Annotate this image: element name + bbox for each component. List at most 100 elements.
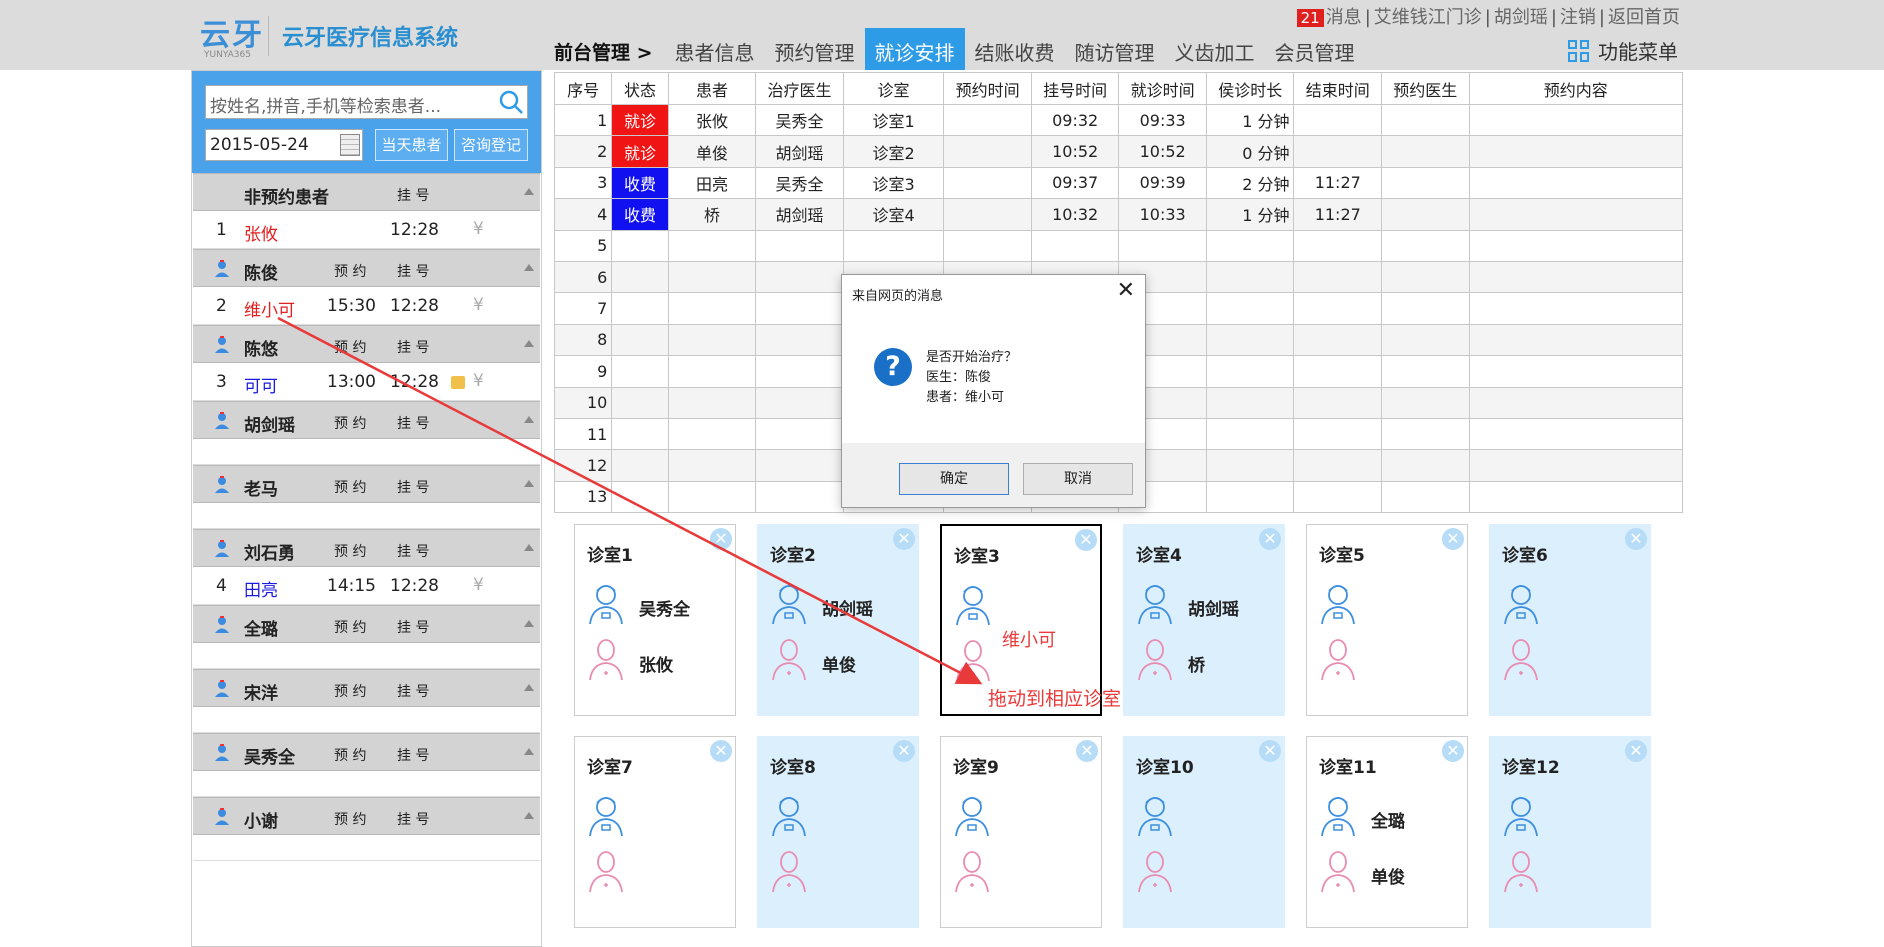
today-patients-button[interactable]: 当天患者 (375, 129, 448, 161)
room-card[interactable]: 诊室1 ✕ 吴秀全 张攸 (574, 524, 736, 716)
patient-list-item[interactable]: 3 可可 13:00 12:28 ¥ (193, 363, 540, 401)
logout-link[interactable]: 注销 (1560, 7, 1596, 28)
home-link[interactable]: 返回首页 (1608, 7, 1680, 28)
consult-register-button[interactable]: 咨询登记 (454, 129, 528, 161)
cancel-button[interactable]: 取消 (1023, 463, 1133, 495)
room-card[interactable]: 诊室2 ✕ 胡剑瑶 单俊 (757, 524, 919, 716)
patient-cell[interactable]: 单俊 (667, 135, 757, 168)
doctor-group-header[interactable]: 胡剑瑶 预 约 挂 号 (193, 401, 540, 439)
messages-link[interactable]: 消息 (1326, 7, 1362, 28)
function-menu-button[interactable]: 功能菜单 (1568, 36, 1678, 65)
room-card[interactable]: 诊室12 ✕ (1489, 736, 1651, 928)
patient-name[interactable]: 维小可 (244, 296, 295, 321)
collapse-caret-icon[interactable] (524, 620, 534, 627)
patient-cell[interactable] (667, 260, 757, 294)
table-row[interactable]: 2 就诊 单俊 胡剑瑶 诊室2 10:52 10:52 0 分钟 (553, 135, 1684, 168)
patient-list-item[interactable]: 4 田亮 14:15 12:28 ¥ (193, 567, 540, 605)
patient-search-input[interactable]: 按姓名,拼音,手机等检索患者... (205, 85, 528, 119)
room-card[interactable]: 诊室4 ✕ 胡剑瑶桥 (1123, 524, 1285, 716)
table-row[interactable]: 4 收费桥胡剑瑶 诊室4 10:32 10:33 1 分钟 11:27 (553, 198, 1684, 231)
patient-list-item[interactable]: 2 维小可 15:30 12:28 ¥ (193, 287, 540, 325)
user-link[interactable]: 胡剑瑶 (1494, 7, 1548, 28)
payment-icon[interactable]: ¥ (473, 219, 484, 239)
room-card[interactable]: 诊室6 ✕ (1489, 524, 1651, 716)
collapse-caret-icon[interactable] (524, 340, 534, 347)
room-card[interactable]: 诊室10 ✕ (1123, 736, 1285, 928)
close-icon[interactable]: ✕ (1442, 740, 1464, 762)
patient-cell[interactable] (667, 480, 757, 514)
patient-cell[interactable] (667, 355, 757, 388)
close-icon[interactable]: ✕ (710, 528, 732, 550)
patient-cell[interactable] (667, 386, 757, 419)
room-card[interactable]: 诊室9 ✕ (940, 736, 1102, 928)
close-icon[interactable]: ✕ (893, 528, 915, 550)
room-card[interactable]: 诊室7 ✕ (574, 736, 736, 928)
tab-patient-info[interactable]: 患者信息 (665, 28, 765, 70)
search-panel: 按姓名,拼音,手机等检索患者... 2015-05-24 当天患者 咨询登记 (192, 71, 541, 173)
doctor-group-header[interactable]: 老马 预 约 挂 号 (193, 465, 540, 503)
close-icon[interactable]: ✕ (1442, 528, 1464, 550)
note-icon[interactable] (451, 376, 465, 389)
patient-cell[interactable] (667, 449, 757, 482)
close-icon[interactable]: ✕ (710, 740, 732, 762)
collapse-caret-icon[interactable] (524, 480, 534, 487)
date-field[interactable]: 2015-05-24 (205, 129, 363, 161)
tab-followup[interactable]: 随访管理 (1065, 28, 1165, 70)
doctor-group-header[interactable]: 刘石勇 预 约 挂 号 (193, 529, 540, 567)
patient-cell[interactable]: 田亮 (667, 166, 757, 200)
ok-button[interactable]: 确定 (899, 463, 1009, 495)
close-icon[interactable]: ✕ (1076, 740, 1098, 762)
patient-cell[interactable] (667, 323, 757, 357)
clinic-link[interactable]: 艾维钱江门诊 (1374, 7, 1482, 28)
tab-appointments[interactable]: 预约管理 (765, 28, 865, 70)
room-name: 诊室12 (1502, 758, 1560, 778)
close-icon[interactable]: ✕ (893, 740, 915, 762)
doctor-group-header[interactable]: 吴秀全 预 约 挂 号 (193, 733, 540, 771)
doctor-group-header[interactable]: 陈俊 预 约 挂 号 (193, 249, 540, 287)
doctor-group-header[interactable]: 宋洋 预 约 挂 号 (193, 669, 540, 707)
patient-cell[interactable]: 桥 (667, 198, 757, 231)
doctor-group-header[interactable]: 全璐 预 约 挂 号 (193, 605, 540, 643)
payment-icon[interactable]: ¥ (473, 295, 484, 315)
room-name: 诊室2 (770, 546, 816, 566)
patient-name[interactable]: 可可 (244, 372, 278, 397)
message-count-badge[interactable]: 21 (1296, 9, 1324, 27)
doctor-group-header[interactable]: 陈悠 预 约 挂 号 (193, 325, 540, 363)
patient-cell[interactable] (667, 292, 757, 325)
payment-icon[interactable]: ¥ (473, 575, 484, 595)
tab-visit-arrangement[interactable]: 就诊安排 (864, 28, 965, 70)
payment-icon[interactable]: ¥ (473, 371, 484, 391)
collapse-caret-icon[interactable] (524, 416, 534, 423)
close-icon[interactable]: ✕ (1075, 529, 1097, 551)
close-icon[interactable]: ✕ (1259, 528, 1281, 550)
patient-list-item[interactable]: 1 张攸 12:28 ¥ (193, 211, 540, 249)
close-icon[interactable]: ✕ (1259, 740, 1281, 762)
tab-membership[interactable]: 会员管理 (1265, 28, 1365, 70)
collapse-caret-icon[interactable] (524, 544, 534, 551)
close-icon[interactable]: ✕ (1117, 278, 1135, 303)
patient-cell[interactable]: 张攸 (667, 103, 757, 137)
patient-cell[interactable] (667, 417, 757, 451)
patient-cell[interactable] (667, 229, 757, 262)
room-card[interactable]: 诊室11 ✕ 全璐 单俊 (1306, 736, 1468, 928)
close-icon[interactable]: ✕ (1625, 528, 1647, 550)
doctor-group-header[interactable]: 小谢 预 约 挂 号 (193, 797, 540, 835)
tab-billing[interactable]: 结账收费 (965, 28, 1065, 70)
collapse-caret-icon[interactable] (524, 748, 534, 755)
collapse-caret-icon[interactable] (524, 264, 534, 271)
calendar-icon[interactable] (340, 134, 360, 156)
search-icon[interactable] (497, 88, 525, 116)
room-card[interactable]: 诊室8 ✕ (757, 736, 919, 928)
patient-name[interactable]: 田亮 (244, 576, 278, 601)
room-card[interactable]: 诊室5 ✕ (1306, 524, 1468, 716)
collapse-caret-icon[interactable] (524, 812, 534, 819)
collapse-caret-icon[interactable] (524, 188, 534, 195)
tab-denture-processing[interactable]: 义齿加工 (1165, 28, 1265, 70)
close-icon[interactable]: ✕ (1625, 740, 1647, 762)
collapse-caret-icon[interactable] (524, 684, 534, 691)
table-row[interactable]: 3 收费 田亮 吴秀全 诊室3 09:37 09:39 2 分钟 11:27 (553, 166, 1684, 200)
table-row[interactable]: 5 (553, 229, 1684, 262)
doctor-group-header[interactable]: 非预约患者 挂 号 (193, 173, 540, 211)
patient-name[interactable]: 张攸 (244, 220, 278, 245)
table-row[interactable]: 1 就诊 张攸 吴秀全 诊室1 09:32 09:33 1 分钟 (553, 103, 1684, 137)
